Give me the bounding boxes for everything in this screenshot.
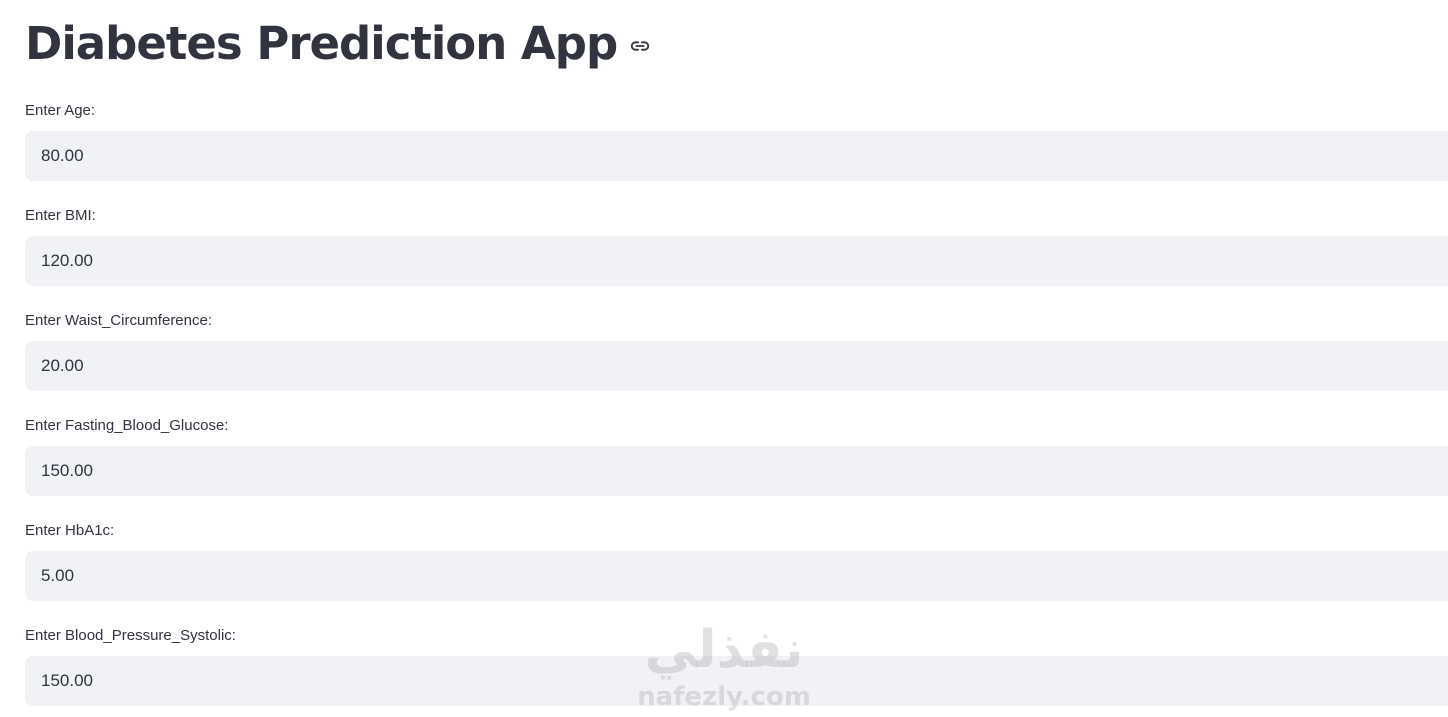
age-label: Enter Age: (25, 102, 96, 119)
waist-circumference-input[interactable] (25, 341, 1448, 391)
hba1c-label: Enter HbA1c: (25, 522, 115, 539)
fasting-blood-glucose-field-group: Enter Fasting_Blood_Glucose: (25, 416, 1448, 496)
age-input[interactable] (25, 131, 1448, 181)
bmi-field-group: Enter BMI: (25, 206, 1448, 286)
page-title: Diabetes Prediction App (25, 17, 618, 70)
waist-circumference-field-group: Enter Waist_Circumference: (25, 311, 1448, 391)
link-icon[interactable] (629, 35, 651, 57)
hba1c-field-group: Enter HbA1c: (25, 521, 1448, 601)
blood-pressure-systolic-input[interactable] (25, 656, 1448, 706)
blood-pressure-systolic-field-group: Enter Blood_Pressure_Systolic: (25, 626, 1448, 706)
waist-circumference-label: Enter Waist_Circumference: (25, 312, 213, 329)
fasting-blood-glucose-label: Enter Fasting_Blood_Glucose: (25, 417, 229, 434)
bmi-label: Enter BMI: (25, 207, 96, 224)
age-field-group: Enter Age: (25, 101, 1448, 181)
bmi-input[interactable] (25, 236, 1448, 286)
fasting-blood-glucose-input[interactable] (25, 446, 1448, 496)
title-row: Diabetes Prediction App (25, 12, 651, 76)
blood-pressure-systolic-label: Enter Blood_Pressure_Systolic: (25, 627, 236, 644)
hba1c-input[interactable] (25, 551, 1448, 601)
main-content: Diabetes Prediction App Enter Age: Enter… (25, 0, 1448, 717)
